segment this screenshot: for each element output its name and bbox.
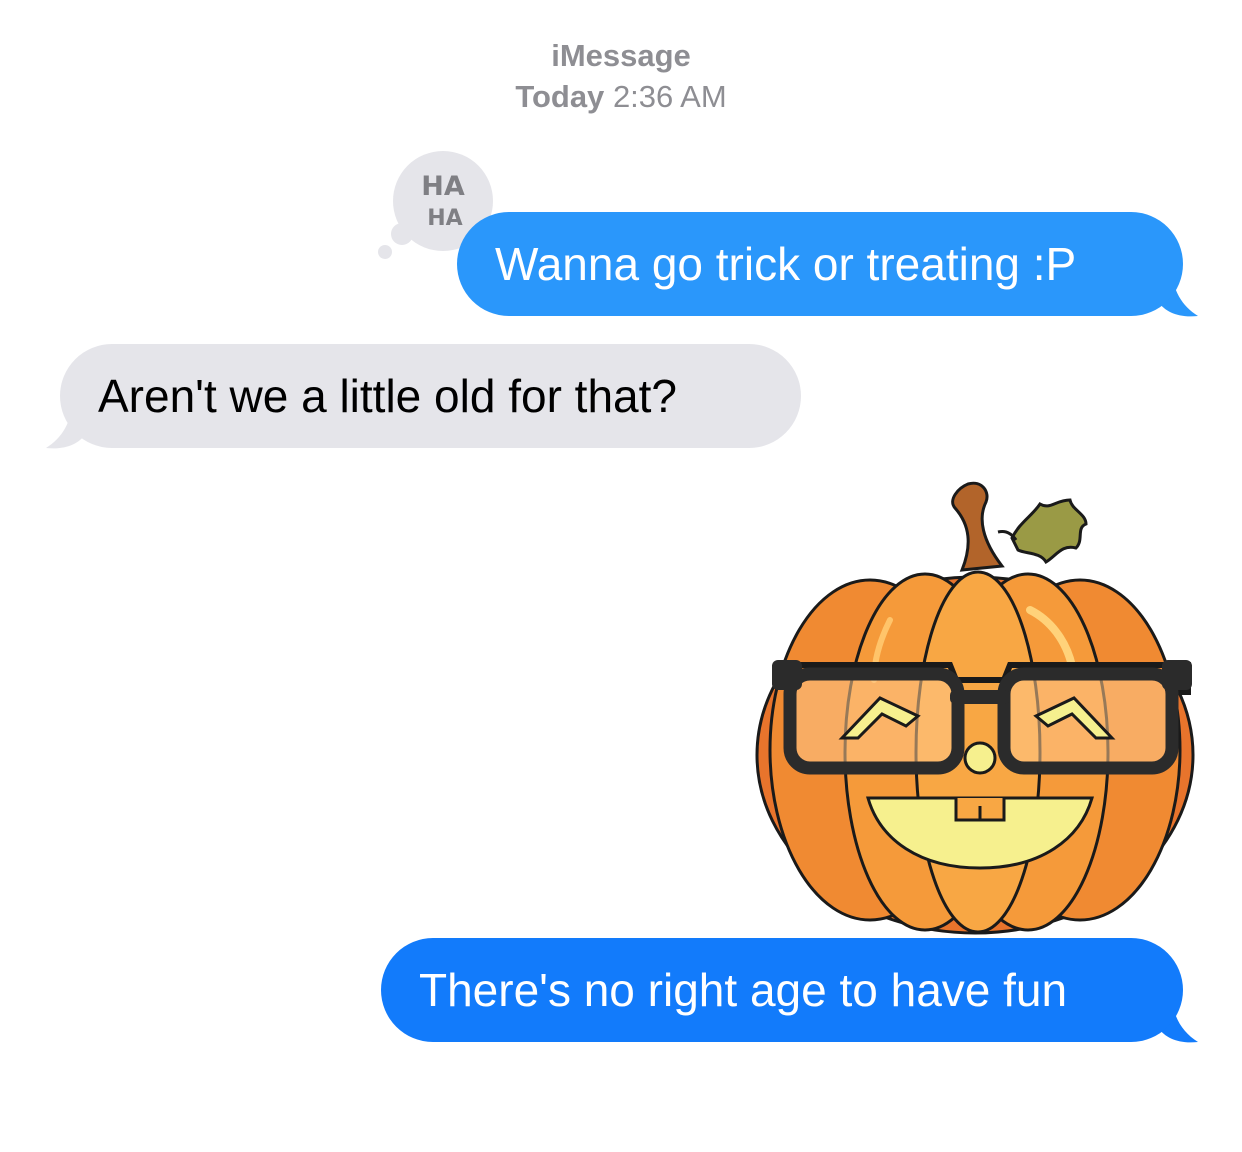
- received-message-bubble[interactable]: Aren't we a little old for that?: [60, 344, 801, 448]
- pumpkin-stem: [951, 481, 1005, 572]
- pumpkin-leaf: [1010, 498, 1088, 565]
- message-text: Wanna go trick or treating :P: [495, 238, 1077, 290]
- conversation-header: iMessage Today 2:36 AM: [0, 36, 1242, 118]
- pumpkin-with-glasses-icon[interactable]: [750, 470, 1200, 940]
- glasses-arm-right: [1162, 660, 1192, 690]
- timestamp: Today 2:36 AM: [0, 76, 1242, 118]
- glasses-nose-bridge: [950, 690, 1010, 704]
- glasses-arm-left: [772, 660, 802, 690]
- pumpkin-nose: [963, 741, 997, 775]
- sent-message-bubble[interactable]: There's no right age to have fun: [381, 938, 1183, 1042]
- haha-line-2: HA: [427, 206, 462, 231]
- sent-message-bubble[interactable]: Wanna go trick or treating :P: [457, 212, 1183, 316]
- timestamp-time: 2:36 AM: [612, 79, 727, 114]
- service-label: iMessage: [551, 38, 691, 73]
- message-text: Aren't we a little old for that?: [98, 370, 677, 422]
- tapback-dot-small: [378, 245, 392, 259]
- message-text: There's no right age to have fun: [419, 964, 1068, 1016]
- haha-line-1: HA: [421, 171, 465, 202]
- timestamp-day: Today: [515, 79, 605, 114]
